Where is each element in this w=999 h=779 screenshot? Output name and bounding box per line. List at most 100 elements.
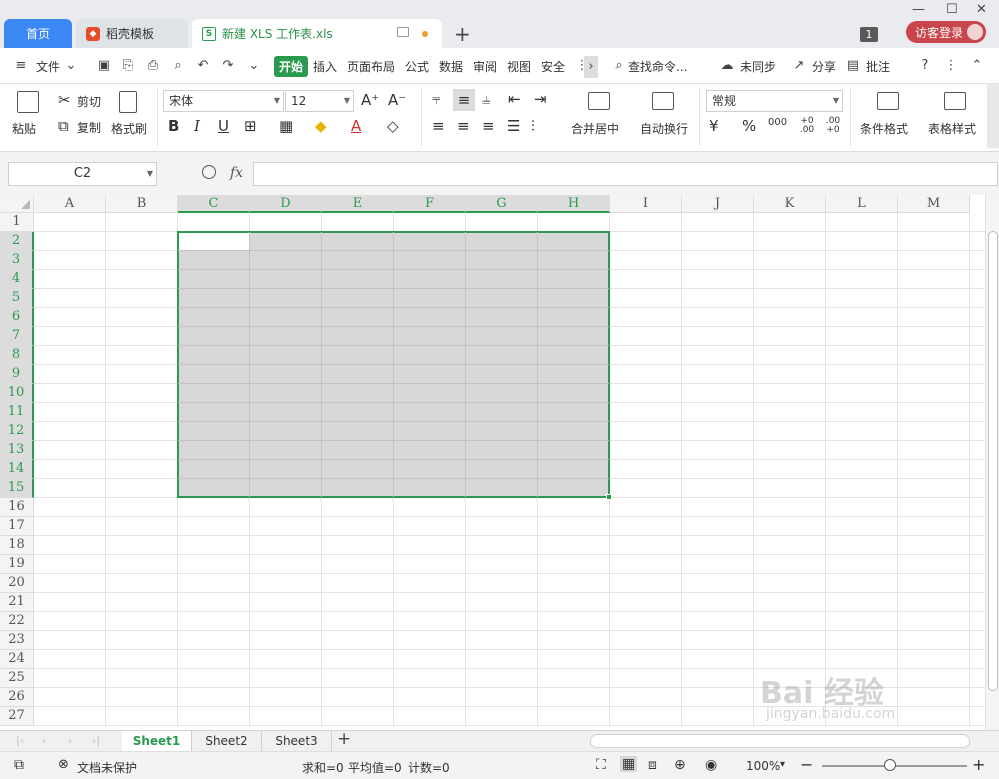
close-icon[interactable]: ✕ [976,2,987,17]
undo-icon[interactable]: ↶ [196,59,210,73]
column-header[interactable]: M [898,195,970,213]
justify-icon[interactable]: ☰ [507,117,520,135]
merge-center-icon[interactable] [588,92,610,110]
monitor-icon[interactable] [397,27,409,37]
row-header[interactable]: 15 [0,479,34,498]
window-count-badge[interactable]: 1 [860,27,878,42]
ribbon-scroll[interactable] [987,84,999,148]
zoom-level[interactable]: 100% [746,759,780,773]
thousands-button[interactable]: 000 [768,117,787,128]
sheet-tab-sheet2[interactable]: Sheet2 [192,731,262,752]
table-style-icon[interactable] [944,92,966,110]
font-name-select[interactable]: 宋体 ▼ [163,90,284,112]
row-header[interactable]: 8 [0,346,34,365]
align-bottom-icon[interactable]: ⫨ [482,90,490,108]
comment-button[interactable]: 批注 [866,58,890,75]
font-color-icon[interactable]: A [351,117,361,135]
row-header[interactable]: 2 [0,232,34,251]
row-header[interactable]: 18 [0,536,34,555]
row-header[interactable]: 23 [0,631,34,650]
menu-formula[interactable]: 公式 [405,58,429,75]
next-sheet-icon[interactable]: › [68,734,72,747]
first-sheet-icon[interactable]: |‹ [16,734,24,747]
active-cell[interactable] [179,233,249,250]
increase-decimal-button[interactable]: +0 .00 [796,117,818,135]
menu-file[interactable]: 文件 [36,58,60,75]
menu-review[interactable]: 审阅 [473,58,497,75]
row-header[interactable]: 17 [0,517,34,536]
row-header[interactable]: 26 [0,688,34,707]
bold-icon[interactable]: B [168,117,179,135]
redo-icon[interactable]: ↷ [221,59,235,73]
command-search[interactable]: 查找命令... [628,58,687,75]
zoom-out-icon[interactable]: − [800,755,813,774]
zoom-search-icon[interactable] [202,165,216,179]
eye-protection-icon[interactable]: ◉ [705,757,717,773]
zoom-in-icon[interactable]: + [972,755,985,774]
wrap-text-icon[interactable] [652,92,674,110]
spreadsheet-grid[interactable]: A B C D E F G H I J K L M 1 2 3 4 5 6 7 8 9 10 11 12 13 14 15 16 17 18… [0,195,999,730]
decrease-font-icon[interactable]: A⁻ [388,91,406,109]
zoom-menu-icon[interactable]: ▾ [780,759,785,770]
copy-button[interactable]: 复制 [77,119,101,136]
export-icon[interactable]: ⎘ [121,59,135,73]
wrap-text-button[interactable]: 自动换行 [640,120,688,137]
status-mode-icon[interactable]: ⧉ [14,757,24,773]
cut-button[interactable]: 剪切 [77,93,101,110]
copy-icon[interactable]: ⧉ [58,117,69,135]
last-sheet-icon[interactable]: ›| [92,734,100,747]
menu-data[interactable]: 数据 [439,58,463,75]
row-header[interactable]: 22 [0,612,34,631]
save-icon[interactable]: ▣ [97,59,111,73]
cut-icon[interactable]: ✂ [58,91,71,109]
decrease-indent-icon[interactable]: ⇤ [508,90,521,108]
menu-start[interactable]: 开始 [274,56,309,77]
column-header[interactable]: K [754,195,826,213]
border-icon[interactable]: ⊞ [244,117,257,135]
distributed-align-icon[interactable]: ⫶ [531,117,535,135]
row-header[interactable]: 4 [0,270,34,289]
menu-security[interactable]: 安全 [541,58,565,75]
align-top-icon[interactable]: ⫧ [432,90,440,108]
horizontal-scrollbar[interactable] [590,734,970,748]
column-header[interactable]: F [394,195,466,213]
cloud-icon[interactable]: ☁ [720,59,734,73]
tab-home[interactable]: 首页 [4,19,72,48]
percent-button[interactable]: % [742,117,756,135]
scroll-right-icon[interactable]: › [584,56,598,78]
italic-icon[interactable]: I [194,117,200,135]
guest-login-button[interactable]: 访客登录 [906,21,986,43]
column-header[interactable]: D [250,195,322,213]
row-header[interactable]: 3 [0,251,34,270]
chevron-down-icon[interactable]: ⌄ [64,59,78,73]
paste-icon[interactable] [17,91,39,113]
column-header[interactable]: A [34,195,106,213]
format-painter-icon[interactable] [119,91,137,113]
help-icon[interactable]: ? [918,59,932,73]
row-header[interactable]: 12 [0,422,34,441]
align-middle-icon[interactable]: ≡ [453,89,475,111]
row-header[interactable]: 13 [0,441,34,460]
hamburger-icon[interactable]: ≡ [14,59,28,73]
table-style-button[interactable]: 表格样式 [928,120,976,137]
sheet-tab-sheet3[interactable]: Sheet3 [262,731,332,752]
collapse-ribbon-icon[interactable]: ⌃ [970,59,984,73]
decrease-decimal-button[interactable]: .00 +0 [822,117,844,135]
row-header[interactable]: 5 [0,289,34,308]
number-format-select[interactable]: 常规 ▼ [706,90,843,112]
sync-status[interactable]: 未同步 [740,58,776,75]
name-box[interactable]: C2 ▼ [8,162,157,186]
minimize-icon[interactable]: — [912,2,925,17]
column-header[interactable]: C [178,195,250,213]
prev-sheet-icon[interactable]: ‹ [42,734,46,747]
underline-icon[interactable]: U [218,117,229,135]
comment-icon[interactable]: ▤ [846,59,860,73]
row-header[interactable]: 27 [0,707,34,726]
row-header[interactable]: 9 [0,365,34,384]
vertical-scroll-thumb[interactable] [988,231,998,691]
column-header[interactable]: B [106,195,178,213]
print-icon[interactable]: ⎙ [146,59,160,73]
fx-icon[interactable]: fx [230,165,243,181]
sheet-tab-sheet1[interactable]: Sheet1 [122,731,192,752]
row-header[interactable]: 21 [0,593,34,612]
